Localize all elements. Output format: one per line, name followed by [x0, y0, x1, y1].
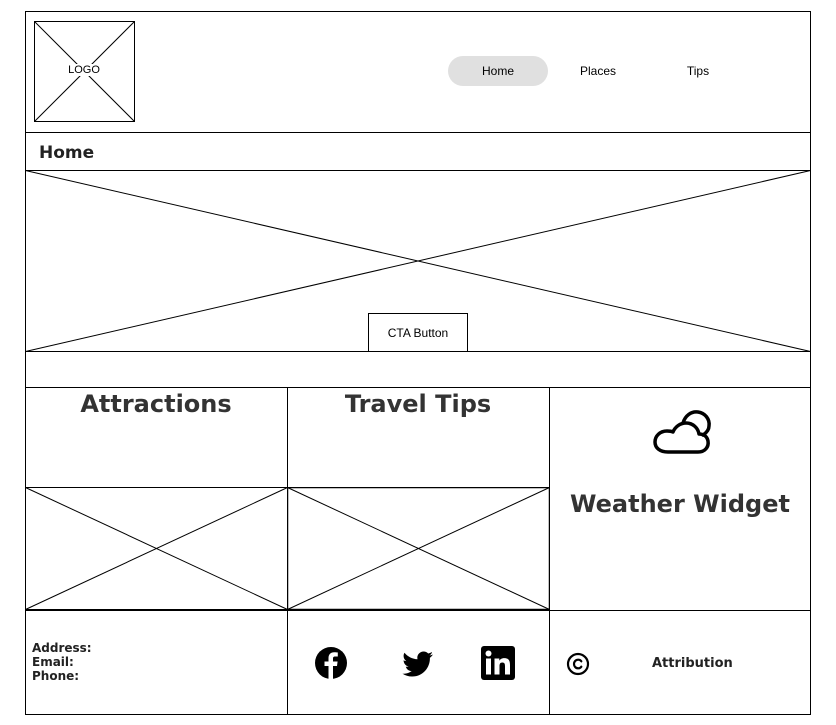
travel-tips-title: Travel Tips — [344, 390, 492, 418]
travel-tips-image-placeholder — [287, 487, 550, 611]
facebook-icon[interactable] — [314, 646, 348, 680]
linkedin-icon[interactable] — [481, 646, 515, 680]
nav-tips[interactable]: Tips — [648, 56, 748, 86]
twitter-icon[interactable] — [401, 647, 435, 681]
attractions-image-placeholder — [25, 487, 288, 610]
nav-places[interactable]: Places — [548, 56, 648, 86]
attribution-text: Attribution — [652, 656, 733, 671]
nav-home[interactable]: Home — [448, 56, 548, 86]
email-label: Email: — [32, 655, 74, 669]
copyright-icon — [566, 652, 590, 676]
cloud-icon — [653, 410, 711, 454]
cta-button[interactable]: CTA Button — [368, 313, 468, 352]
phone-label: Phone: — [32, 669, 80, 683]
divider — [25, 610, 811, 611]
attractions-title: Attractions — [80, 390, 232, 418]
page-title: Home — [39, 143, 95, 163]
divider — [25, 387, 811, 388]
contact-info: Address: Email: Phone: — [32, 641, 92, 683]
weather-widget-title: Weather Widget — [570, 490, 790, 518]
logo-text: LOGO — [67, 64, 101, 76]
divider — [25, 132, 811, 133]
address-label: Address: — [32, 641, 92, 655]
